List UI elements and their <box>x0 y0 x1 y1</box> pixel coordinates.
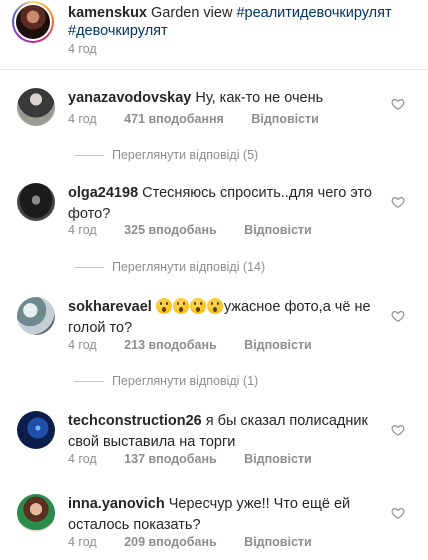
comment-text: olga24198 Стесняюсь спросить..для чего э… <box>68 183 378 225</box>
comment-username[interactable]: yanazavodovskay <box>68 90 191 106</box>
reply-button[interactable]: Відповісти <box>244 535 312 549</box>
comment-meta: 4 год 209 вподобань Відповісти <box>68 535 336 549</box>
reply-button[interactable]: Відповісти <box>244 452 312 466</box>
caption-body: Garden view <box>151 5 233 21</box>
divider <box>74 266 104 268</box>
astonished-face-emoji <box>155 298 172 314</box>
like-count[interactable]: 471 вподобання <box>124 112 224 126</box>
avatar[interactable] <box>17 297 55 335</box>
like-count[interactable]: 325 вподобань <box>124 223 217 237</box>
avatar[interactable] <box>17 183 55 221</box>
comment-timestamp: 4 год <box>68 452 97 466</box>
comment-timestamp: 4 год <box>68 535 97 549</box>
caption-text: kamenskux Garden view #реалитидевочкирул… <box>68 4 416 40</box>
like-count[interactable]: 209 вподобань <box>124 535 217 549</box>
view-replies-label: Переглянути відповіді (5) <box>112 148 259 162</box>
comment-timestamp: 4 год <box>68 338 97 352</box>
caption-username[interactable]: kamenskux <box>68 5 147 21</box>
emoji-group <box>155 298 224 315</box>
reply-button[interactable]: Відповісти <box>244 338 312 352</box>
comment-username[interactable]: sokharevael <box>68 299 152 315</box>
comment-meta: 4 год 325 вподобань Відповісти <box>68 223 336 237</box>
comment-meta: 4 год 471 вподобання Відповісти <box>68 112 343 126</box>
like-count[interactable]: 137 вподобань <box>124 452 217 466</box>
heart-outline-icon[interactable] <box>391 423 405 437</box>
avatar[interactable] <box>12 1 54 43</box>
heart-outline-icon[interactable] <box>391 195 405 209</box>
comment-timestamp: 4 год <box>68 223 97 237</box>
comment-body: Ну, как-то не очень <box>195 90 324 106</box>
astonished-face-emoji <box>189 298 206 314</box>
post-caption: kamenskux Garden view #реалитидевочкирул… <box>0 0 428 70</box>
comment-username[interactable]: techconstruction26 <box>68 413 202 429</box>
view-replies-button[interactable]: Переглянути відповіді (5) <box>74 148 258 162</box>
divider <box>74 154 104 156</box>
heart-outline-icon[interactable] <box>391 97 405 111</box>
view-replies-label: Переглянути відповіді (1) <box>112 374 259 388</box>
astonished-face-emoji <box>206 298 223 314</box>
hashtag-link[interactable]: #девочкирулят <box>68 23 168 39</box>
hashtag-link[interactable]: #реалитидевочкирулят <box>236 5 391 21</box>
comments-screen: kamenskux Garden view #реалитидевочкирул… <box>0 0 428 560</box>
comment-username[interactable]: inna.yanovich <box>68 496 165 512</box>
heart-outline-icon[interactable] <box>391 309 405 323</box>
view-replies-button[interactable]: Переглянути відповіді (14) <box>74 260 265 274</box>
reply-button[interactable]: Відповісти <box>251 112 319 126</box>
like-count[interactable]: 213 вподобань <box>124 338 217 352</box>
heart-outline-icon[interactable] <box>391 506 405 520</box>
avatar[interactable] <box>17 88 55 126</box>
avatar[interactable] <box>17 411 55 449</box>
view-replies-label: Переглянути відповіді (14) <box>112 260 266 274</box>
comment-text: sokharevael ужасное фото,а чё не голой т… <box>68 297 378 339</box>
reply-button[interactable]: Відповісти <box>244 223 312 237</box>
divider <box>74 380 104 382</box>
comment-text: inna.yanovich Чересчур уже!! Что ещё ей … <box>68 494 378 536</box>
avatar[interactable] <box>17 494 55 532</box>
comment-username[interactable]: olga24198 <box>68 185 138 201</box>
comment-meta: 4 год 213 вподобань Відповісти <box>68 338 336 352</box>
comment-text: techconstruction26 я бы сказал полисадни… <box>68 411 378 453</box>
view-replies-button[interactable]: Переглянути відповіді (1) <box>74 374 258 388</box>
astonished-face-emoji <box>172 298 189 314</box>
caption-timestamp: 4 год <box>68 42 97 56</box>
comment-text: yanazavodovskay Ну, как-то не очень <box>68 88 378 109</box>
comment-timestamp: 4 год <box>68 112 97 126</box>
comment-meta: 4 год 137 вподобань Відповісти <box>68 452 336 466</box>
